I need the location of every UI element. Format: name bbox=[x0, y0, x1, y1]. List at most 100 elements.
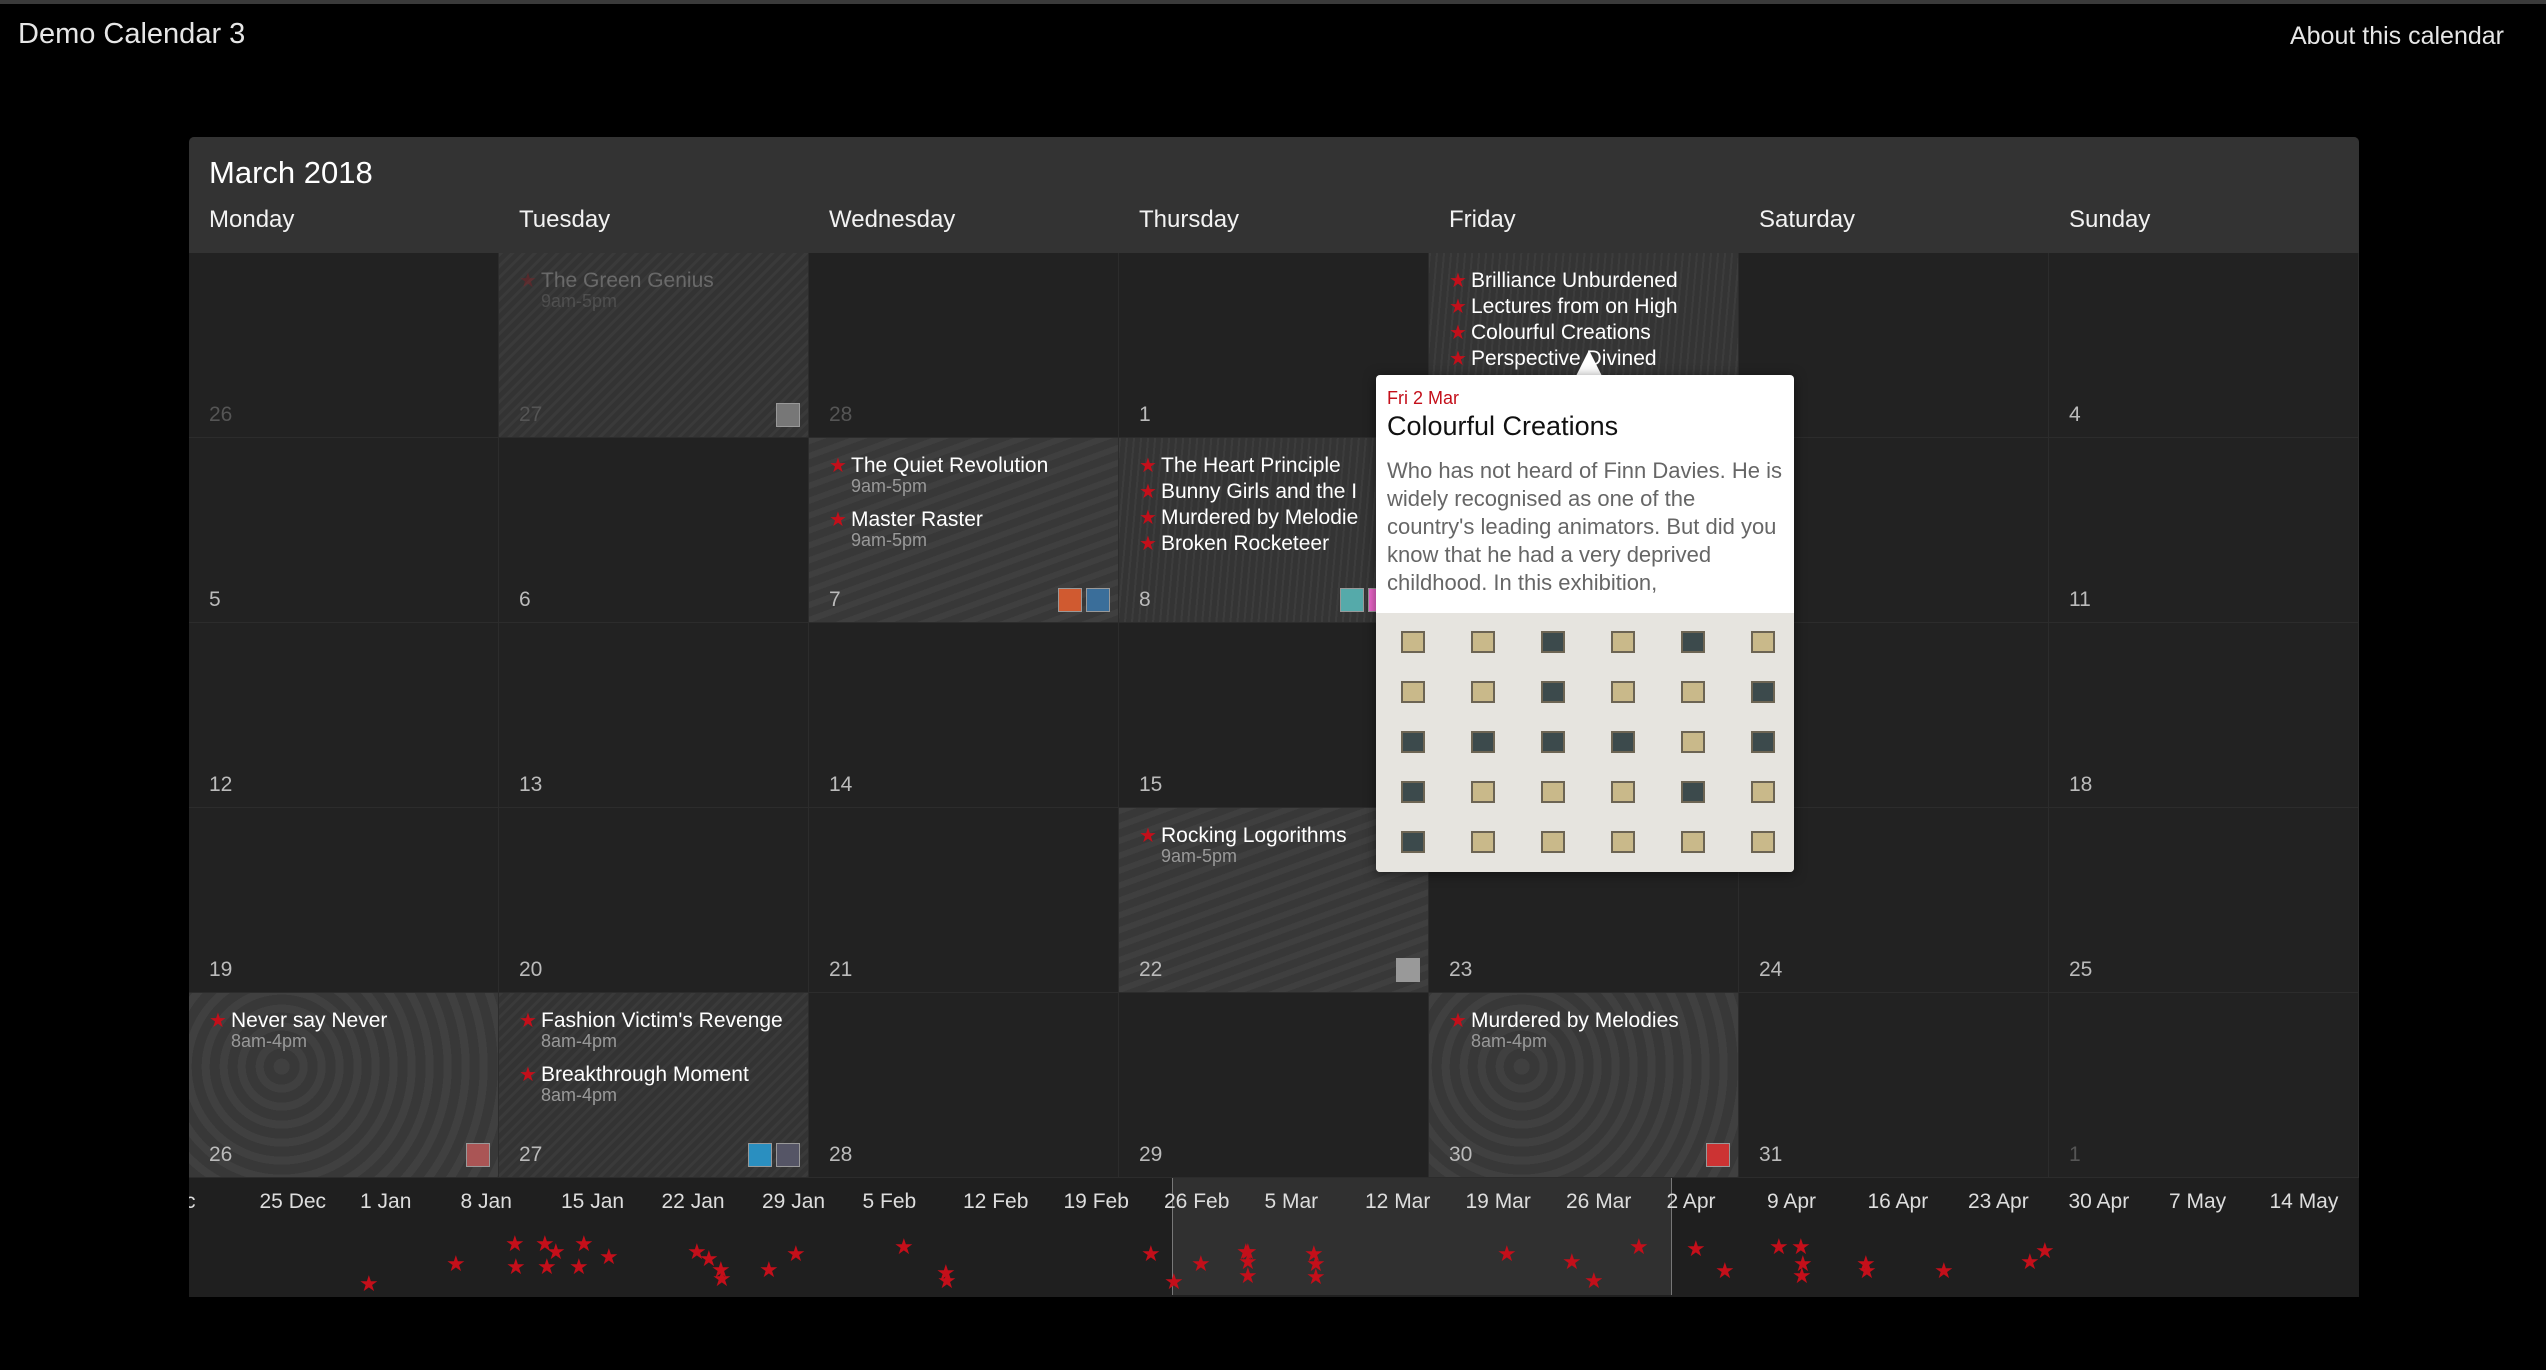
timeline-event-marker-icon[interactable]: ★ bbox=[894, 1236, 914, 1258]
day-number: 22 bbox=[1139, 958, 1163, 981]
event-thumbnail[interactable] bbox=[748, 1143, 772, 1167]
day-cell[interactable]: 26 bbox=[189, 253, 499, 438]
day-cell[interactable]: 21 bbox=[809, 808, 1119, 993]
timeline-event-marker-icon[interactable]: ★ bbox=[937, 1270, 957, 1292]
event-thumbnail[interactable] bbox=[1706, 1143, 1730, 1167]
timeline-event-marker-icon[interactable]: ★ bbox=[786, 1243, 806, 1265]
timeline-event-marker-icon[interactable]: ★ bbox=[1629, 1236, 1649, 1258]
day-events: ★ Never say Never 8am-4pm bbox=[209, 1010, 492, 1064]
event-item[interactable]: ★ The Quiet Revolution 9am-5pm bbox=[829, 455, 1112, 496]
timeline-event-marker-icon[interactable]: ★ bbox=[569, 1256, 589, 1278]
event-title: Colourful Creations bbox=[1471, 321, 1651, 344]
day-cell[interactable]: 4 bbox=[2049, 253, 2359, 438]
event-thumbnail[interactable] bbox=[1340, 588, 1364, 612]
timeline-event-marker-icon[interactable]: ★ bbox=[1497, 1243, 1517, 1265]
timeline-event-marker-icon[interactable]: ★ bbox=[1306, 1266, 1326, 1288]
timeline-event-marker-icon[interactable]: ★ bbox=[1792, 1265, 1812, 1287]
timeline-event-marker-icon[interactable]: ★ bbox=[505, 1233, 525, 1255]
timeline-event-marker-icon[interactable]: ★ bbox=[359, 1273, 379, 1295]
day-number: 12 bbox=[209, 773, 233, 796]
event-item[interactable]: ★ Colourful Creations bbox=[1449, 321, 1732, 345]
timeline-event-marker-icon[interactable]: ★ bbox=[712, 1268, 732, 1290]
day-cell[interactable]: ★ Murdered by Melodies 8am-4pm 30 bbox=[1429, 993, 1739, 1178]
event-time: 8am-4pm bbox=[231, 1031, 308, 1051]
timeline-event-marker-icon[interactable]: ★ bbox=[1238, 1241, 1258, 1263]
day-cell[interactable]: 1 bbox=[2049, 993, 2359, 1178]
timeline-event-marker-icon[interactable]: ★ bbox=[1686, 1238, 1706, 1260]
event-item[interactable]: ★ Fashion Victim's Revenge 8am-4pm bbox=[519, 1010, 802, 1051]
event-thumbnail[interactable] bbox=[1086, 588, 1110, 612]
timeline-event-marker-icon[interactable]: ★ bbox=[1934, 1260, 1954, 1282]
event-item[interactable]: ★ Master Raster 9am-5pm bbox=[829, 508, 1112, 550]
day-cell[interactable]: 28 bbox=[809, 253, 1119, 438]
day-cell[interactable]: 11 bbox=[2049, 438, 2359, 623]
timeline-event-marker-icon[interactable]: ★ bbox=[1141, 1243, 1161, 1265]
timeline-event-marker-icon[interactable]: ★ bbox=[599, 1246, 619, 1268]
day-cell[interactable]: 19 bbox=[189, 808, 499, 993]
window-shape bbox=[1751, 731, 1775, 753]
about-link[interactable]: About this calendar bbox=[2290, 22, 2504, 51]
timeline-event-marker-icon[interactable]: ★ bbox=[1164, 1271, 1184, 1293]
event-thumbnail[interactable] bbox=[1058, 588, 1082, 612]
day-cell[interactable]: ★ Fashion Victim's Revenge 8am-4pm ★ Breakth… bbox=[499, 993, 809, 1178]
event-popup[interactable]: Fri 2 Mar Colourful Creations Who has no… bbox=[1376, 375, 1794, 872]
star-icon: ★ bbox=[1139, 455, 1157, 477]
day-cell[interactable]: 5 bbox=[189, 438, 499, 623]
event-thumbnail[interactable] bbox=[776, 403, 800, 427]
window-shape bbox=[1751, 781, 1775, 803]
timeline-event-marker-icon[interactable]: ★ bbox=[1238, 1265, 1258, 1287]
day-number: 23 bbox=[1449, 958, 1473, 981]
event-item[interactable]: ★ Never say Never 8am-4pm bbox=[209, 1010, 492, 1051]
day-cell[interactable]: 29 bbox=[1119, 993, 1429, 1178]
timeline-event-marker-icon[interactable]: ★ bbox=[1857, 1260, 1877, 1282]
day-cell[interactable]: 25 bbox=[2049, 808, 2359, 993]
event-item[interactable]: ★ Breakthrough Moment 8am-4pm bbox=[519, 1064, 802, 1105]
day-cell[interactable]: ★ The Green Genius 9am-5pm 27 bbox=[499, 253, 809, 438]
timeline-event-marker-icon[interactable]: ★ bbox=[574, 1233, 594, 1255]
day-cell[interactable]: 20 bbox=[499, 808, 809, 993]
event-title: Master Raster bbox=[851, 508, 983, 531]
star-icon: ★ bbox=[1139, 507, 1157, 529]
event-item[interactable]: ★ Lectures from on High bbox=[1449, 296, 1732, 319]
day-cell[interactable]: 12 bbox=[189, 623, 499, 808]
weekday-thursday: Thursday bbox=[1139, 206, 1240, 233]
day-number: 8 bbox=[1139, 588, 1151, 611]
day-cell[interactable]: 14 bbox=[809, 623, 1119, 808]
timeline-event-marker-icon[interactable]: ★ bbox=[2035, 1240, 2055, 1262]
timeline-event-marker-icon[interactable]: ★ bbox=[506, 1256, 526, 1278]
timeline-event-marker-icon[interactable]: ★ bbox=[1715, 1260, 1735, 1282]
event-thumbnail[interactable] bbox=[776, 1143, 800, 1167]
timeline-event-marker-icon[interactable]: ★ bbox=[1191, 1253, 1211, 1275]
day-cell[interactable]: 18 bbox=[2049, 623, 2359, 808]
day-cell[interactable]: ★ Never say Never 8am-4pm 26 bbox=[189, 993, 499, 1178]
timeline-date-label: 23 Apr bbox=[1968, 1190, 2029, 1213]
event-item[interactable]: ★ Brilliance Unburdened bbox=[1449, 270, 1732, 293]
timeline-event-marker-icon[interactable]: ★ bbox=[546, 1241, 566, 1263]
event-item[interactable]: ★ Murdered by Melodies 8am-4pm bbox=[1449, 1010, 1732, 1051]
day-number: 21 bbox=[829, 958, 853, 981]
timeline-date-label: 19 Mar bbox=[1465, 1190, 1531, 1213]
event-thumbnail[interactable] bbox=[1396, 958, 1420, 982]
star-icon: ★ bbox=[209, 1010, 227, 1032]
event-thumbnails bbox=[776, 403, 800, 427]
weekday-friday: Friday bbox=[1449, 206, 1516, 233]
day-cell[interactable]: 31 bbox=[1739, 993, 2049, 1178]
event-item[interactable]: ★ The Green Genius 9am-5pm bbox=[519, 270, 802, 311]
timeline-date-label: 30 Apr bbox=[2068, 1190, 2130, 1213]
event-time: 9am-5pm bbox=[1161, 846, 1238, 866]
window-shape bbox=[1471, 731, 1495, 753]
timeline-event-marker-icon[interactable]: ★ bbox=[446, 1253, 466, 1275]
timeline-event-marker-icon[interactable]: ★ bbox=[759, 1259, 779, 1281]
day-cell[interactable]: 13 bbox=[499, 623, 809, 808]
event-time: 8am-4pm bbox=[1471, 1031, 1548, 1051]
timeline-event-marker-icon[interactable]: ★ bbox=[1769, 1236, 1789, 1258]
day-cell[interactable]: 6 bbox=[499, 438, 809, 623]
event-thumbnails bbox=[466, 1143, 490, 1167]
timeline-navigator[interactable]: c 25 Dec 1 Jan 8 Jan 15 Jan 22 Jan 29 Jan 5 Feb… bbox=[189, 1178, 2359, 1297]
timeline-event-marker-icon[interactable]: ★ bbox=[1584, 1270, 1604, 1292]
day-events: ★ Murdered by Melodies 8am-4pm bbox=[1449, 1010, 1732, 1064]
timeline-event-marker-icon[interactable]: ★ bbox=[1562, 1251, 1582, 1273]
day-cell[interactable]: 28 bbox=[809, 993, 1119, 1178]
day-cell[interactable]: ★ The Quiet Revolution 9am-5pm ★ Master Rast… bbox=[809, 438, 1119, 623]
event-thumbnail[interactable] bbox=[466, 1143, 490, 1167]
